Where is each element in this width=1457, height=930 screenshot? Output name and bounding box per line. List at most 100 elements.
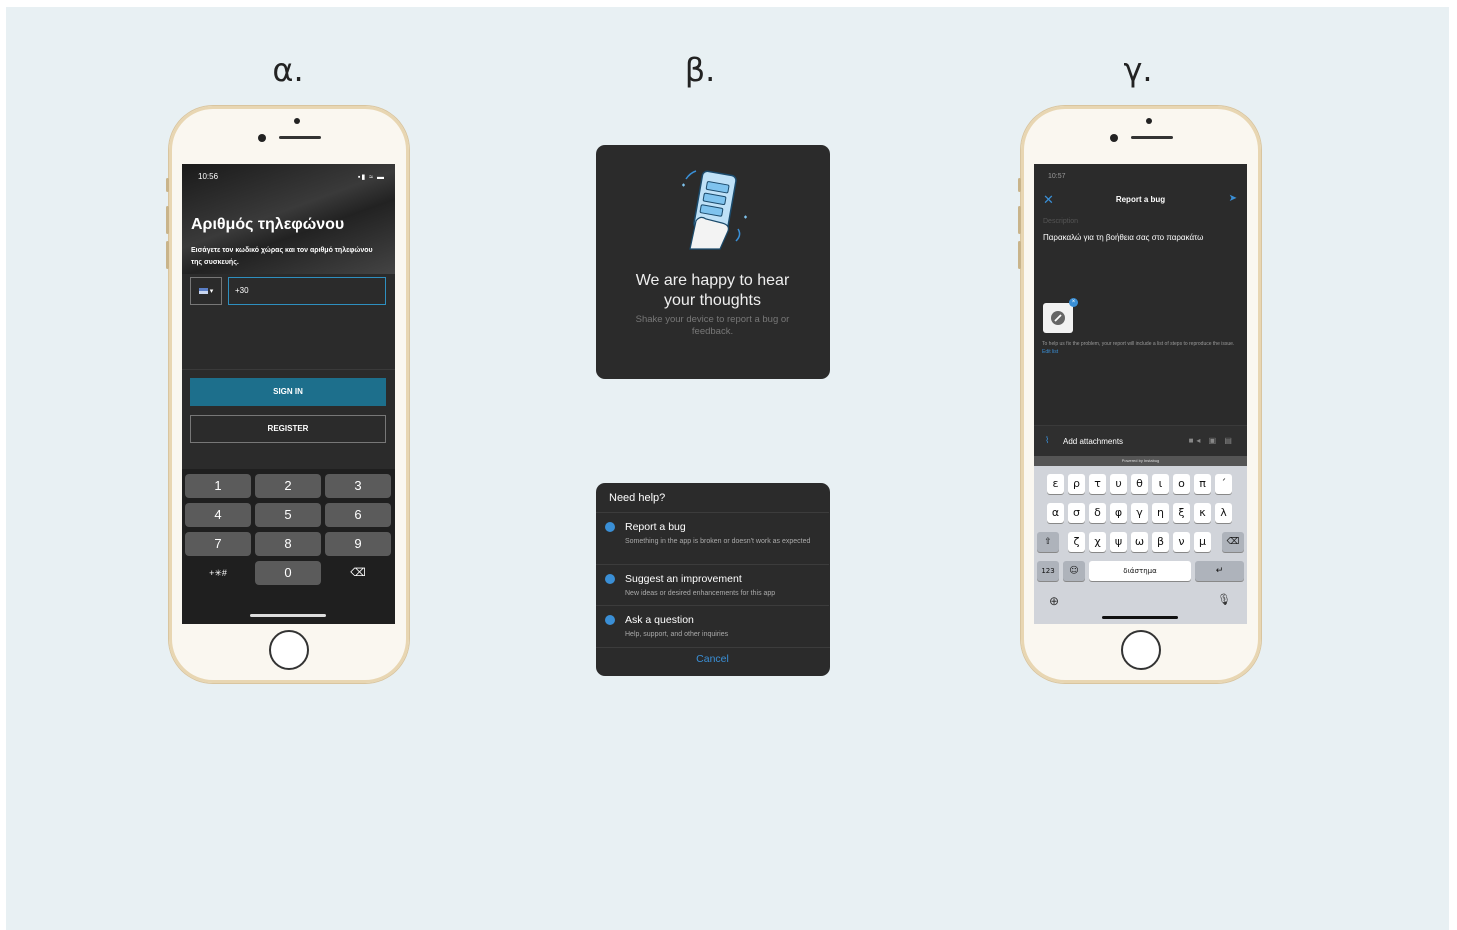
key-8[interactable]: 8 <box>255 532 321 556</box>
status-time: 10:56 <box>198 172 219 181</box>
key-7[interactable]: 7 <box>185 532 251 556</box>
shift-icon[interactable]: ⇧ <box>1037 532 1059 552</box>
key[interactable]: η <box>1152 503 1169 523</box>
microphone-icon[interactable]: 🎙 <box>1217 593 1231 606</box>
add-attachments-label[interactable]: Add attachments <box>1063 437 1123 446</box>
steps-hint-text: To help us fix the problem, your report … <box>1042 341 1235 347</box>
key[interactable]: σ <box>1068 503 1085 523</box>
menu-item-label: Suggest an improvement <box>625 573 742 585</box>
home-indicator <box>250 614 326 617</box>
key[interactable]: ζ <box>1068 532 1085 552</box>
menu-item-suggest[interactable]: Suggest an improvement New ideas or desi… <box>596 564 829 606</box>
help-menu-title: Need help? <box>609 492 666 504</box>
key[interactable]: θ <box>1131 474 1148 494</box>
send-icon[interactable]: ➤ <box>1229 193 1237 204</box>
key[interactable]: ι <box>1152 474 1169 494</box>
home-button[interactable] <box>269 630 309 670</box>
front-camera <box>258 134 266 142</box>
key-5[interactable]: 5 <box>255 503 321 527</box>
key[interactable]: κ <box>1194 503 1211 523</box>
powered-by-banner: Powered by Instabug <box>1034 456 1247 466</box>
numeric-keypad: 1 2 3 4 5 6 7 8 9 +✳# 0 ⌫ <box>182 469 395 624</box>
divider <box>182 369 395 370</box>
megaphone-icon <box>605 574 615 584</box>
backspace-icon[interactable]: ⌫ <box>325 561 391 585</box>
key[interactable]: β <box>1152 532 1169 552</box>
key[interactable]: ε <box>1047 474 1064 494</box>
bug-icon <box>605 522 615 532</box>
key[interactable]: γ <box>1131 503 1148 523</box>
register-button[interactable]: REGISTER <box>190 415 386 443</box>
chevron-down-icon: ▾ <box>209 288 214 295</box>
key[interactable]: φ <box>1110 503 1127 523</box>
menu-item-desc: New ideas or desired enhancements for th… <box>625 590 776 597</box>
key-4[interactable]: 4 <box>185 503 251 527</box>
key[interactable]: ρ <box>1068 474 1085 494</box>
key[interactable]: ν <box>1173 532 1190 552</box>
flag-icon <box>198 288 208 294</box>
key[interactable]: ΄ <box>1215 474 1232 494</box>
greek-keyboard: ε ρ τ υ θ ι ο π ΄ α σ δ φ γ η ξ κ λ ⇧ ζ <box>1034 466 1247 624</box>
globe-icon[interactable]: ⊕ <box>1049 594 1059 608</box>
menu-item-label: Report a bug <box>625 521 686 533</box>
key[interactable]: μ <box>1194 532 1211 552</box>
key[interactable]: τ <box>1089 474 1106 494</box>
remove-attachment-icon[interactable]: × <box>1069 298 1078 307</box>
attachment-type-icons[interactable]: ■◂ ▣ ▤ <box>1189 436 1235 445</box>
key[interactable]: υ <box>1110 474 1127 494</box>
emoji-icon[interactable]: ☺ <box>1063 561 1085 581</box>
feedback-subtext: Shake your device to report a bug or fee… <box>635 314 790 337</box>
key-1[interactable]: 1 <box>185 474 251 498</box>
shake-phone-icon <box>682 170 747 250</box>
menu-item-question[interactable]: Ask a question Help, support, and other … <box>596 605 829 647</box>
divider <box>596 647 830 648</box>
phone-number-input[interactable]: +30 <box>228 277 386 305</box>
key[interactable]: δ <box>1089 503 1106 523</box>
space-key[interactable]: διάστημα <box>1089 561 1191 581</box>
label-alpha: α. <box>272 51 304 89</box>
label-beta: β. <box>684 51 716 89</box>
description-input[interactable]: Παρακαλώ για τη βοήθεια σας στο παρακάτω <box>1043 233 1203 242</box>
feedback-heading-line1: We are happy to hear <box>635 272 790 289</box>
front-camera <box>1110 134 1118 142</box>
key[interactable]: λ <box>1215 503 1232 523</box>
menu-item-report-bug[interactable]: Report a bug Something in the app is bro… <box>596 512 829 565</box>
key[interactable]: ψ <box>1110 532 1127 552</box>
key[interactable]: χ <box>1089 532 1106 552</box>
menu-item-desc: Something in the app is broken or doesn'… <box>625 538 811 545</box>
key-symbols[interactable]: +✳# <box>185 561 251 585</box>
key-3[interactable]: 3 <box>325 474 391 498</box>
home-button[interactable] <box>1121 630 1161 670</box>
key[interactable]: ξ <box>1173 503 1190 523</box>
key-6[interactable]: 6 <box>325 503 391 527</box>
key[interactable]: ο <box>1173 474 1190 494</box>
key-2[interactable]: 2 <box>255 474 321 498</box>
key[interactable]: ω <box>1131 532 1148 552</box>
key[interactable]: α <box>1047 503 1064 523</box>
screenshot-thumbnail[interactable] <box>1043 303 1073 333</box>
volume-button <box>166 206 169 234</box>
phone-c: 10:57 ✕ Report a bug ➤ Description Παρακ… <box>1018 106 1261 683</box>
key-9[interactable]: 9 <box>325 532 391 556</box>
nav-title: Report a bug <box>1115 195 1166 204</box>
edit-list-link[interactable]: Edit list <box>1042 349 1058 355</box>
phone-a: 10:56 ▪▮ ≈ ▬ Αριθμός τηλεφώνου Εισάγετε … <box>166 106 409 683</box>
key-0[interactable]: 0 <box>255 561 321 585</box>
attachments-bar: ⌇ Add attachments ■◂ ▣ ▤ <box>1034 425 1247 456</box>
country-code-select[interactable]: ▾ <box>190 277 222 305</box>
volume-button <box>166 241 169 269</box>
sign-in-button[interactable]: SIGN IN <box>190 378 386 406</box>
phone-a-screen: 10:56 ▪▮ ≈ ▬ Αριθμός τηλεφώνου Εισάγετε … <box>182 164 395 624</box>
earpiece <box>1131 136 1173 139</box>
feedback-heading-line2: your thoughts <box>664 292 761 309</box>
backspace-icon[interactable]: ⌫ <box>1222 532 1244 552</box>
steps-hint: To help us fix the problem, your report … <box>1042 340 1240 356</box>
numbers-key[interactable]: 123 <box>1037 561 1059 581</box>
feedback-heading: We are happy to hear your thoughts <box>596 271 829 311</box>
front-sensor <box>1146 118 1152 124</box>
cancel-button[interactable]: Cancel <box>596 653 829 665</box>
key[interactable]: π <box>1194 474 1211 494</box>
paperclip-icon: ⌇ <box>1045 435 1050 445</box>
return-icon[interactable]: ↵ <box>1195 561 1244 581</box>
phone-c-screen: 10:57 ✕ Report a bug ➤ Description Παρακ… <box>1034 164 1247 624</box>
